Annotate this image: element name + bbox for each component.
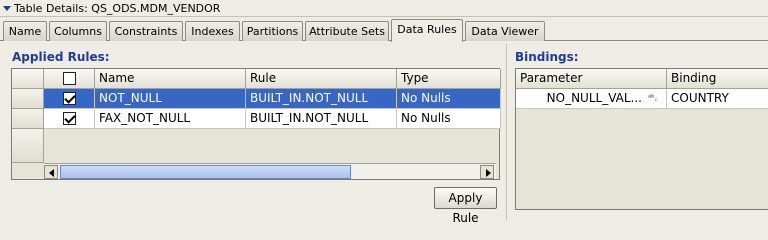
horizontal-scrollbar[interactable] [44,163,496,179]
row-header-corner [12,69,44,89]
bindings-label: Bindings: [515,50,579,64]
scroll-right-icon [486,169,491,177]
tab-attribute-sets[interactable]: Attribute Sets [305,21,389,41]
column-header-name[interactable]: Name [95,69,246,89]
rule-enabled-checkbox[interactable] [63,92,76,105]
select-all-checkbox[interactable] [63,72,76,85]
column-header-parameter[interactable]: Parameter [516,69,667,89]
tab-strip: Name Columns Constraints Indexes Partiti… [0,19,768,42]
binding-parameter-cell[interactable]: NO_NULL_VAL... [516,89,667,109]
rule-enabled-checkbox[interactable] [63,112,76,125]
scrollbar-thumb[interactable] [60,165,351,179]
tab-name[interactable]: Name [3,21,47,41]
text-type-icon: ᵃᵇ꜀ [648,93,658,102]
row-header-empty [12,129,44,163]
applied-rules-label: Applied Rules: [12,50,110,64]
tab-partitions[interactable]: Partitions [242,21,303,41]
binding-value-cell[interactable]: COUNTRY [667,89,768,109]
scroll-left-button[interactable] [44,165,58,179]
tab-data-rules[interactable]: Data Rules [391,19,463,42]
panel-title: Table Details: QS_ODS.MDM_VENDOR [14,1,221,15]
column-header-rule[interactable]: Rule [246,69,397,89]
bindings-grid: Parameter Binding NO_NULL_VAL... ᵃᵇ꜀ COU… [515,68,768,210]
applied-rules-pane: Applied Rules: Name Rule Type NOT_NULL B… [4,44,504,225]
rule-name-cell[interactable]: NOT_NULL [95,89,246,109]
row-header[interactable] [12,109,44,129]
collapse-triangle-icon[interactable] [3,5,11,11]
rule-rule-cell[interactable]: BUILT_IN.NOT_NULL [246,89,397,109]
row-header[interactable] [12,89,44,109]
tab-columns[interactable]: Columns [49,21,107,41]
panel-titlebar: Table Details: QS_ODS.MDM_VENDOR [0,0,768,17]
rule-rule-cell[interactable]: BUILT_IN.NOT_NULL [246,109,397,129]
scroll-left-icon [49,169,54,177]
select-all-header[interactable] [44,69,95,89]
table-row-checkbox-cell[interactable] [44,89,95,109]
column-header-binding[interactable]: Binding [667,69,768,89]
rule-name-cell[interactable]: FAX_NOT_NULL [95,109,246,129]
bindings-pane: Bindings: Parameter Binding NO_NULL_VAL.… [506,44,768,220]
applied-rules-grid: Name Rule Type NOT_NULL BUILT_IN.NOT_NUL… [11,68,501,180]
rule-type-cell[interactable]: No Nulls [397,109,501,129]
apply-rule-button[interactable]: Apply Rule [434,187,497,225]
table-row-checkbox-cell[interactable] [44,109,95,129]
tab-data-viewer[interactable]: Data Viewer [465,21,545,41]
rule-type-cell[interactable]: No Nulls [397,89,501,109]
scroll-right-button[interactable] [480,165,494,179]
tab-indexes[interactable]: Indexes [185,21,240,41]
tab-constraints[interactable]: Constraints [109,21,183,41]
column-header-type[interactable]: Type [397,69,501,89]
